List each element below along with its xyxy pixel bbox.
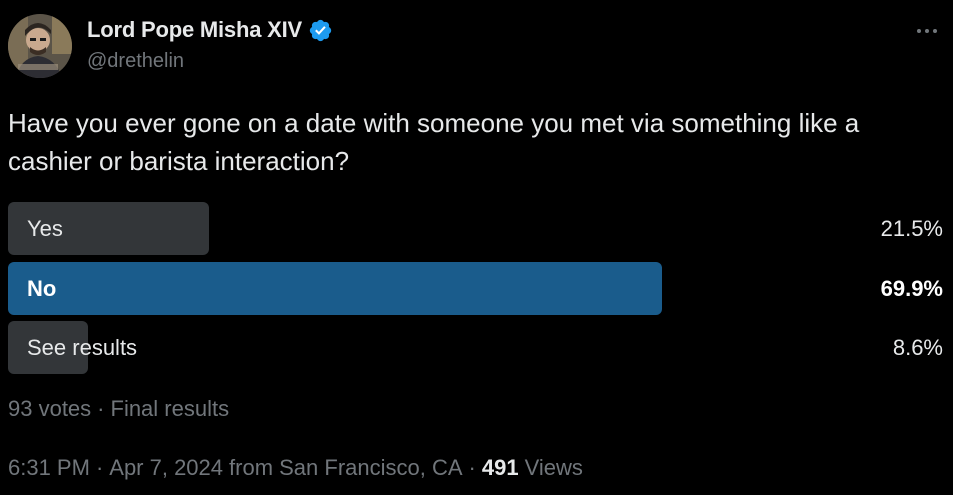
poll-status: Final results — [110, 396, 230, 421]
tweet-meta: 6:31 PM · Apr 7, 2024 from San Francisco… — [8, 455, 583, 481]
views-label[interactable]: Views — [525, 455, 583, 481]
poll-bar-winner — [8, 262, 662, 315]
poll-meta: 93 votes · Final results — [8, 396, 229, 422]
tweet-text: Have you ever gone on a date with someon… — [8, 108, 860, 176]
poll-option-label: Yes — [27, 216, 63, 241]
poll-option-label[interactable]: See results — [27, 321, 137, 374]
avatar[interactable] — [8, 14, 72, 78]
tweet-date[interactable]: Apr 7, 2024 — [109, 455, 223, 481]
separator: · — [97, 396, 105, 421]
poll-option-see-results[interactable]: See results 8.6% — [8, 321, 943, 374]
poll-option-label: No — [27, 276, 57, 301]
author-handle[interactable]: @drethelin — [87, 50, 184, 73]
tweet-source: from San Francisco, CA — [229, 455, 463, 480]
views-count[interactable]: 491 — [482, 455, 519, 481]
poll-option-percent: 69.9% — [880, 276, 943, 301]
more-options-button[interactable] — [912, 20, 942, 40]
poll-option-percent: 8.6% — [892, 335, 943, 360]
author-display-name[interactable]: Lord Pope Misha XIV — [87, 17, 302, 43]
separator: · — [95, 455, 104, 480]
poll-option-no: No 69.9% — [8, 262, 943, 315]
more-horizontal-icon — [916, 21, 938, 39]
poll-votes: 93 votes — [8, 396, 92, 421]
separator: · — [468, 455, 476, 480]
poll-option-percent: 21.5% — [880, 216, 943, 241]
verified-badge-icon[interactable] — [308, 18, 333, 43]
poll-option-yes: Yes 21.5% — [8, 202, 943, 255]
author-name-row: Lord Pope Misha XIV — [87, 16, 333, 44]
tweet-time[interactable]: 6:31 PM — [8, 455, 90, 481]
